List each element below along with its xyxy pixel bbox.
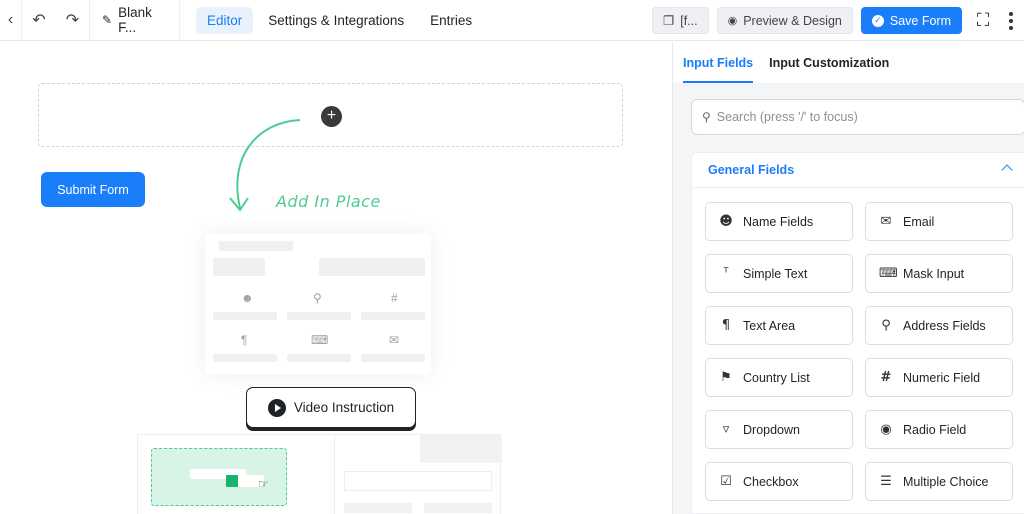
field-label: Text Area (743, 318, 796, 333)
search-icon: ⚲ (702, 110, 711, 124)
envelope-icon: ✉ (880, 214, 892, 229)
preview-design-button[interactable]: ◉ Preview & Design (716, 7, 853, 34)
field-multiple-choice[interactable]: ☰ Multiple Choice (865, 462, 1013, 501)
user-icon: ☻ (719, 214, 733, 229)
preview-label: Preview & Design (743, 13, 842, 28)
envelope-icon: ✉ (389, 333, 400, 347)
user-icon: ☻ (241, 291, 254, 305)
copy-icon: ❐ (663, 14, 675, 28)
undo-icon[interactable]: ↶ (22, 0, 56, 41)
back-icon[interactable]: ‹ (0, 0, 22, 41)
sidebar-tabs: Input Fields Input Customization (673, 42, 1024, 83)
nav-editor[interactable]: Editor (196, 6, 254, 34)
field-label: Dropdown (743, 422, 800, 437)
text-cursor-icon: ᵀ (723, 266, 729, 281)
field-label: Country List (743, 370, 810, 385)
submit-form-button[interactable]: Submit Form (41, 172, 145, 207)
check-circle-icon: ✓ (871, 14, 884, 27)
checkbox-icon: ☑ (720, 474, 732, 489)
paragraph-icon: ¶ (241, 333, 248, 347)
nav-entries[interactable]: Entries (419, 7, 483, 34)
shortcode-label: [f... (680, 13, 698, 28)
field-name-fields[interactable]: ☻ Name Fields (705, 202, 853, 241)
field-mask-input[interactable]: ⌨ Mask Input (865, 254, 1013, 293)
field-search: ⚲ (691, 99, 1024, 135)
field-label: Radio Field (903, 422, 967, 437)
video-instruction-button[interactable]: Video Instruction (246, 387, 416, 428)
list-icon: ☰ (880, 474, 892, 489)
play-icon (267, 398, 286, 417)
field-label: Simple Text (743, 266, 808, 281)
field-dropdown[interactable]: ▿ Dropdown (705, 410, 853, 449)
nav-settings-integrations[interactable]: Settings & Integrations (257, 7, 415, 34)
top-bar: ‹ ↶ ↷ ✎ Blank F... Editor Settings & Int… (0, 0, 1024, 41)
general-fields-panel: General Fields ☻ Name Fields ✉ Email ᵀ Simp… (691, 152, 1024, 514)
main-nav: Editor Settings & Integrations Entries (196, 6, 483, 34)
field-radio-field[interactable]: ◉ Radio Field (865, 410, 1013, 449)
form-title[interactable]: ✎ Blank F... (90, 0, 180, 41)
pencil-icon: ✎ (102, 13, 113, 27)
hash-icon: # (391, 291, 398, 305)
flag-icon: ⚑ (720, 370, 732, 385)
field-label: Email (903, 214, 935, 229)
field-dropzone[interactable]: + (38, 83, 623, 147)
save-form-button[interactable]: ✓ Save Form (860, 7, 962, 34)
drag-cursor-icon: ☞ (258, 477, 269, 491)
tab-input-fields[interactable]: Input Fields (683, 56, 754, 83)
chevron-up-icon[interactable] (1001, 164, 1013, 176)
keyboard-icon: ⌨ (311, 333, 329, 347)
field-checkbox[interactable]: ☑ Checkbox (705, 462, 853, 501)
field-picker-illustration: ☻ ⚲ # ¶ ⌨ ✉ (205, 234, 431, 374)
tab-input-customization[interactable]: Input Customization (769, 56, 889, 83)
general-fields-header[interactable]: General Fields (692, 153, 1024, 188)
paragraph-icon: ¶ (721, 318, 731, 333)
form-canvas: + Submit Form Add In Place ☻ ⚲ # ¶ ⌨ ✉ V… (0, 42, 672, 514)
keyboard-icon: ⌨ (879, 266, 898, 281)
field-address-fields[interactable]: ⚲ Address Fields (865, 306, 1013, 345)
map-pin-icon: ⚲ (313, 291, 322, 305)
hash-icon: # (880, 370, 892, 385)
form-title-text: Blank F... (118, 5, 152, 35)
field-label: Mask Input (903, 266, 965, 281)
redo-icon[interactable]: ↷ (56, 0, 90, 41)
fullscreen-icon[interactable]: ⛶ (970, 8, 996, 34)
field-numeric-field[interactable]: # Numeric Field (865, 358, 1013, 397)
field-label: Name Fields (743, 214, 814, 229)
field-label: Checkbox (743, 474, 799, 489)
dropdown-icon: ▿ (722, 422, 730, 437)
field-label: Numeric Field (903, 370, 981, 385)
add-in-place-label: Add In Place (276, 192, 381, 211)
field-simple-text[interactable]: ᵀ Simple Text (705, 254, 853, 293)
field-label: Address Fields (903, 318, 986, 333)
header-actions: ❐ [f... ◉ Preview & Design ✓ Save Form ⛶ (652, 0, 1024, 41)
field-country-list[interactable]: ⚑ Country List (705, 358, 853, 397)
eye-icon: ◉ (727, 15, 738, 27)
field-label: Multiple Choice (903, 474, 989, 489)
fields-grid: ☻ Name Fields ✉ Email ᵀ Simple Text ⌨ Mask I… (705, 202, 1013, 501)
field-text-area[interactable]: ¶ Text Area (705, 306, 853, 345)
search-input[interactable] (716, 110, 1007, 124)
general-fields-title: General Fields (708, 163, 795, 177)
radio-icon: ◉ (880, 422, 892, 437)
shortcode-button[interactable]: ❐ [f... (652, 7, 709, 34)
more-options-icon[interactable] (1004, 11, 1018, 30)
add-field-icon[interactable]: + (321, 106, 342, 127)
save-form-label: Save Form (889, 13, 951, 28)
map-pin-icon: ⚲ (881, 318, 891, 333)
fields-sidebar: Input Fields Input Customization ⚲ Gener… (672, 42, 1024, 514)
video-instruction-label: Video Instruction (293, 400, 395, 415)
drag-illustration: ☞ (137, 434, 502, 514)
field-email[interactable]: ✉ Email (865, 202, 1013, 241)
